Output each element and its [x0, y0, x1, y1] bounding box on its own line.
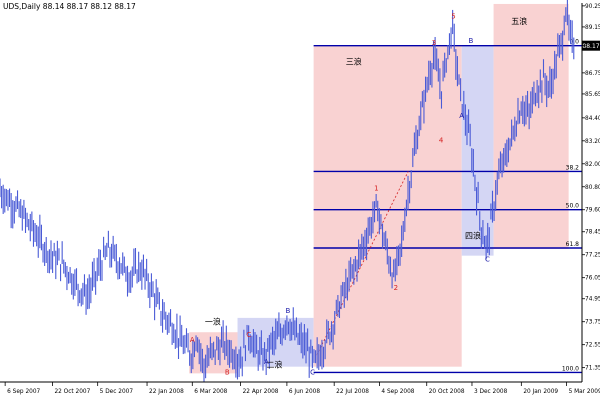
y-tick-label-13: 74.95	[585, 297, 600, 303]
x-tick-label-12: 5 Mar 2009	[569, 389, 600, 395]
y-tick-label-5: 84.40	[585, 116, 600, 122]
wave-point-label-4: B	[286, 307, 291, 315]
y-tick-label-3: 86.75	[585, 71, 600, 77]
y-tick-label-15: 72.55	[585, 343, 600, 349]
wave-zone-title-1: 一浪	[205, 317, 221, 327]
wave-point-label-5: C	[310, 368, 315, 376]
fib-label-61-8: 61.8	[566, 241, 580, 248]
wave-point-label-2: C	[246, 331, 251, 339]
y-tick-label-8: 80.80	[585, 185, 600, 191]
y-tick-label-1: 89.15	[585, 25, 600, 31]
chart-header: UDS,Daily 88.14 88.17 88.12 88.17	[3, 2, 136, 11]
fib-label-50-0: 50.0	[566, 203, 580, 210]
wave-zone-title-2: 二浪	[267, 360, 283, 370]
wave-point-label-6: 1	[374, 185, 378, 193]
y-tick-label-4: 85.65	[585, 92, 600, 98]
x-tick-label-11: 20 Jan 2009	[523, 389, 558, 395]
y-tick-label-11: 77.25	[585, 253, 600, 259]
ohlc-readout: 88.14 88.17 88.12 88.17	[42, 2, 136, 11]
wave-zone-title-5: 五浪	[511, 16, 527, 26]
period-label: Daily	[21, 2, 41, 11]
y-tick-label-14: 73.75	[585, 320, 600, 326]
wave-point-label-9: 4	[439, 137, 444, 145]
wave-point-label-13: C	[485, 255, 490, 263]
x-tick-label-2: 5 Dec 2007	[100, 389, 134, 395]
x-tick-label-0: 6 Sep 2007	[7, 389, 40, 395]
x-tick-label-8: 4 Sep 2008	[381, 389, 414, 395]
x-tick-label-5: 22 Apr 2008	[243, 389, 279, 395]
x-tick-label-9: 20 Oct 2008	[429, 389, 465, 395]
fib-label-100-0: 100.0	[562, 365, 579, 372]
y-tick-label-9: 79.60	[585, 208, 600, 214]
x-tick-label-1: 22 Oct 2007	[54, 389, 90, 395]
y-tick-label-6: 83.20	[585, 139, 600, 145]
wave-point-label-0: A	[190, 336, 195, 344]
wave-point-label-8: 3	[432, 39, 436, 47]
wave-point-label-1: B	[225, 368, 230, 376]
x-tick-label-6: 6 Jun 2008	[289, 389, 320, 395]
y-tick-label-10: 78.45	[585, 230, 600, 236]
wave-zone-title-4: 四浪	[465, 230, 481, 240]
fib-label-38-2: 38.2	[566, 164, 580, 171]
wave-point-label-11: A	[459, 112, 464, 120]
y-tick-label-0: 90.25	[585, 4, 600, 10]
symbol-label: UDS	[3, 2, 20, 11]
y-tick-label-16: 71.35	[585, 366, 600, 372]
wave-point-label-7: 2	[394, 284, 398, 292]
x-tick-label-7: 22 Jul 2008	[336, 389, 369, 395]
wave-point-label-10: 5	[451, 12, 455, 20]
x-tick-label-4: 6 Mar 2008	[194, 389, 227, 395]
price-chart[interactable]: 0.038.250.061.8100.088.1790.2589.1586.75…	[0, 0, 600, 400]
x-tick-label-3: 22 Jan 2008	[149, 389, 184, 395]
wave-zone-title-3: 三浪	[346, 56, 362, 66]
x-tick-label-10: 3 Dec 2008	[474, 389, 508, 395]
wave-zone-4	[461, 45, 494, 256]
current-price-label: 88.17	[582, 43, 599, 50]
y-tick-label-7: 82.00	[585, 162, 600, 168]
y-tick-label-12: 76.05	[585, 276, 600, 282]
wave-point-label-12: B	[469, 37, 474, 45]
